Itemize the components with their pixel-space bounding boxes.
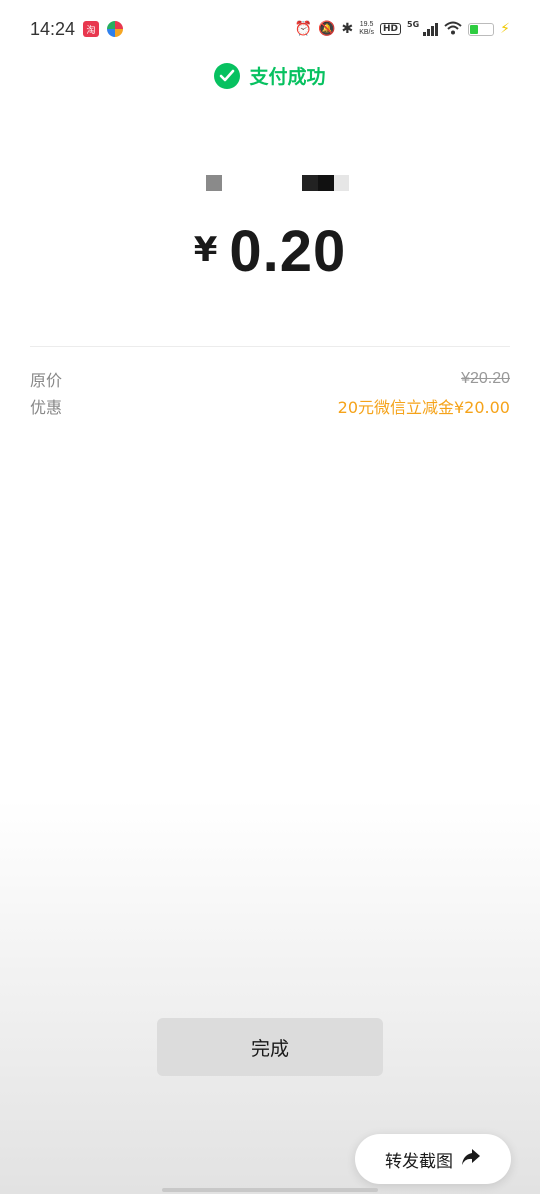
payment-amount: ¥ 0.20 — [0, 218, 540, 285]
redaction-block — [318, 175, 334, 191]
done-button[interactable]: 完成 — [157, 1018, 383, 1076]
charging-icon: ⚡ — [500, 21, 510, 37]
discount-value: 20元微信立减金¥20.00 — [337, 398, 510, 417]
forward-arrow-icon — [461, 1148, 481, 1171]
wechat-pay-check-icon — [214, 62, 241, 89]
discount-label: 优惠 — [30, 398, 63, 417]
home-indicator[interactable] — [162, 1188, 378, 1192]
original-price-value: ¥20.20 — [461, 370, 510, 387]
share-screenshot-button[interactable]: 转发截图 — [355, 1134, 511, 1184]
status-bar: 14:24 淘 ⏰ 🔕 ✱ 19.5 KB/s HD 5G ⚡ — [0, 0, 540, 58]
notification-app-icon: 淘 — [83, 21, 100, 37]
5g-label: 5G — [407, 19, 420, 29]
hd-icon: HD — [380, 23, 402, 35]
bluetooth-icon: ✱ — [341, 21, 354, 37]
network-speed-value: 19.5 — [359, 21, 374, 28]
redaction-block — [334, 175, 349, 191]
status-left: 14:24 淘 — [30, 18, 124, 40]
network-speed-unit: KB/s — [359, 29, 374, 36]
merchant-name-redacted — [0, 175, 540, 191]
notification-app-icon-2 — [107, 21, 124, 37]
currency-symbol: ¥ — [193, 230, 218, 270]
share-screenshot-label: 转发截图 — [385, 1151, 453, 1172]
original-price-label: 原价 — [30, 371, 63, 390]
payment-success-header: 支付成功 — [0, 62, 540, 89]
battery-icon — [468, 22, 495, 36]
wifi-icon — [444, 21, 462, 38]
amount-value: 0.20 — [229, 219, 347, 284]
alarm-icon: ⏰ — [294, 21, 313, 37]
redaction-block — [206, 175, 222, 191]
redaction-block — [302, 175, 318, 191]
network-speed: 19.5 KB/s — [359, 21, 374, 37]
status-right: ⏰ 🔕 ✱ 19.5 KB/s HD 5G ⚡ — [294, 19, 510, 38]
mute-icon: 🔕 — [318, 21, 336, 37]
status-time: 14:24 — [30, 18, 76, 39]
original-price-row: 原价 ¥20.20 — [30, 367, 510, 391]
discount-row: 优惠 20元微信立减金¥20.00 — [30, 394, 510, 418]
payment-success-title: 支付成功 — [249, 66, 326, 88]
signal-icon — [423, 22, 439, 36]
divider — [30, 346, 510, 347]
